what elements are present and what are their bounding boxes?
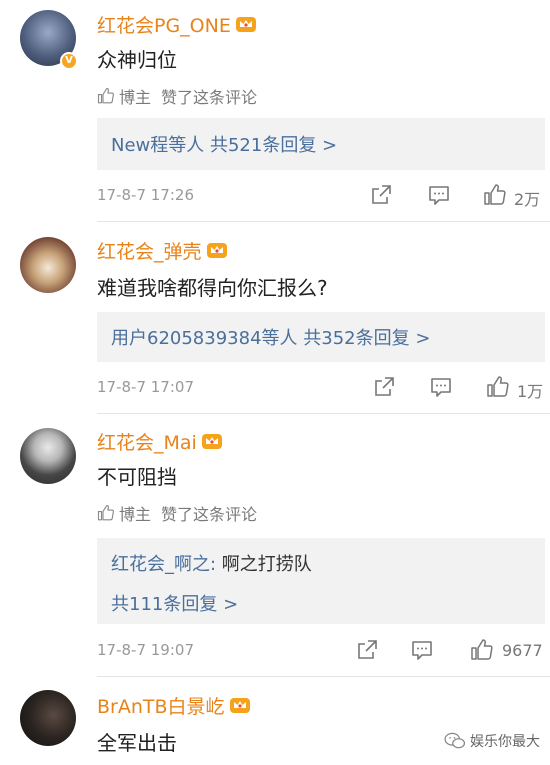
username[interactable]: 红花会_Mai: [97, 428, 197, 455]
comment-time: 17-8-7 19:07: [97, 641, 194, 659]
reply-summary-link[interactable]: 共111条回复 >: [111, 594, 238, 615]
crown-badge-icon: [229, 698, 250, 713]
username[interactable]: BrAnTB白景屹: [97, 692, 225, 719]
comment-text: 不可阻挡: [97, 465, 177, 489]
comment-time: 17-8-7 17:07: [97, 378, 194, 396]
crown-badge-icon: [201, 434, 222, 449]
like-count: 9677: [502, 641, 543, 660]
share-icon[interactable]: [369, 183, 393, 207]
comment-icon[interactable]: [427, 183, 451, 207]
author-liked-row: 博主 赞了这条评论: [97, 84, 257, 108]
verified-badge-icon: V: [60, 52, 78, 70]
comment-icon[interactable]: [410, 638, 434, 662]
avatar[interactable]: [20, 237, 76, 293]
comment-icon[interactable]: [429, 375, 453, 399]
watermark: 娱乐你最大: [444, 731, 540, 751]
thumbs-up-icon[interactable]: [470, 638, 494, 662]
reply-text: 啊之打捞队: [216, 554, 312, 575]
reply-summary-link[interactable]: 用户6205839384等人 共352条回复 >: [111, 328, 430, 349]
thumbs-up-icon: [97, 504, 114, 521]
liked-text: 赞了这条评论: [161, 505, 258, 524]
author-label: 博主: [119, 505, 152, 524]
crown-badge-icon: [206, 243, 227, 258]
divider: [97, 676, 550, 677]
username[interactable]: 红花会PG_ONE: [97, 11, 231, 38]
share-icon[interactable]: [372, 375, 396, 399]
divider: [97, 413, 550, 414]
thumbs-up-icon[interactable]: [486, 375, 510, 399]
crown-badge-icon: [235, 17, 256, 32]
like-count: 1万: [517, 382, 544, 401]
comment-time: 17-8-7 17:26: [97, 186, 194, 204]
watermark-text: 娱乐你最大: [470, 734, 540, 750]
reply-author[interactable]: 红花会_啊之:: [111, 554, 216, 575]
comment-text: 众神归位: [97, 48, 177, 72]
reply-summary-link[interactable]: New程等人 共521条回复 >: [111, 135, 337, 156]
author-liked-row: 博主 赞了这条评论: [97, 501, 257, 525]
wechat-icon: [444, 732, 466, 749]
avatar[interactable]: [20, 690, 76, 746]
avatar[interactable]: [20, 428, 76, 484]
comment-text: 全军出击: [97, 731, 177, 755]
thumbs-up-icon[interactable]: [483, 183, 507, 207]
liked-text: 赞了这条评论: [161, 88, 258, 107]
username[interactable]: 红花会_弹壳: [97, 237, 202, 264]
reply-summary-box[interactable]: 红花会_啊之: 啊之打捞队 共111条回复 >: [97, 538, 545, 624]
share-icon[interactable]: [355, 638, 379, 662]
comment-text: 难道我啥都得向你汇报么?: [97, 276, 328, 300]
reply-summary-box[interactable]: 用户6205839384等人 共352条回复 >: [97, 312, 545, 362]
like-count: 2万: [514, 190, 541, 209]
author-label: 博主: [119, 88, 152, 107]
divider: [97, 221, 550, 222]
reply-summary-box[interactable]: New程等人 共521条回复 >: [97, 118, 545, 170]
thumbs-up-icon: [97, 87, 114, 104]
